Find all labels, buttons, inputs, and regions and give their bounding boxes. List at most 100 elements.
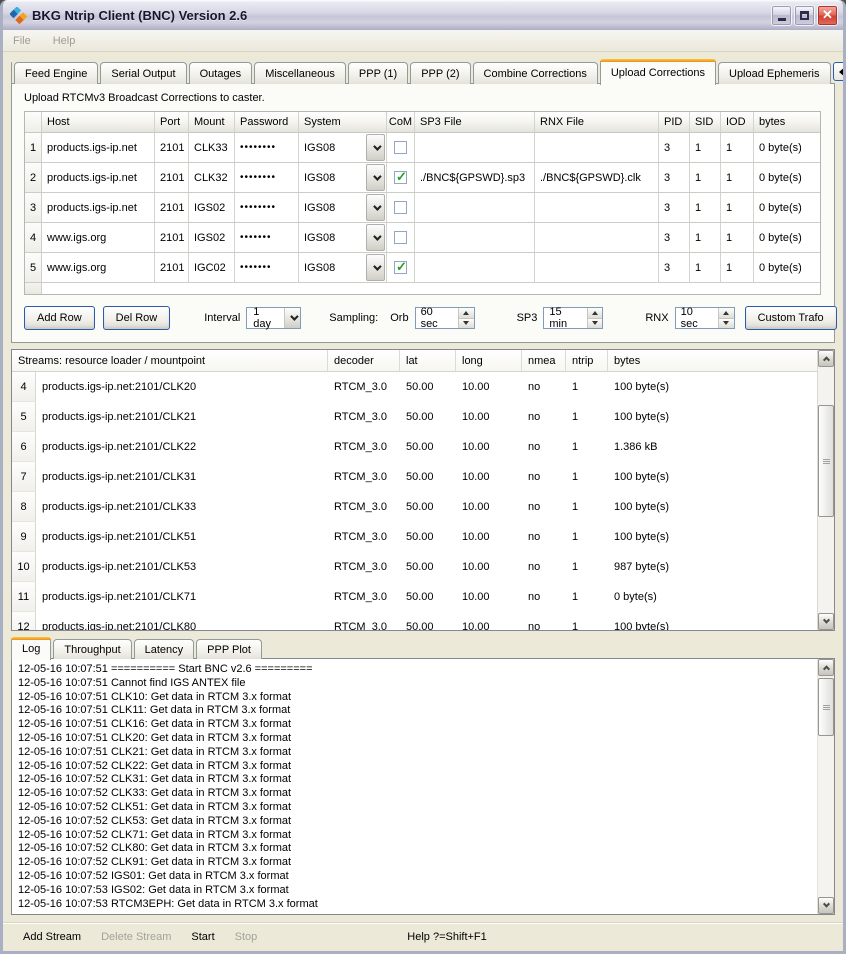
password-cell[interactable]: ••••••• <box>235 253 299 282</box>
spin-down-icon[interactable] <box>588 319 603 329</box>
port-cell[interactable]: 2101 <box>155 223 189 252</box>
sp3-sampling-spinner[interactable]: 15 min <box>543 307 603 329</box>
mount-cell[interactable]: CLK32 <box>189 163 235 192</box>
scrollbar-track[interactable] <box>818 367 834 613</box>
stream-row[interactable]: 4 products.igs-ip.net:2101/CLK20 RTCM_3.… <box>12 372 817 402</box>
pid-cell[interactable]: 3 <box>659 223 690 252</box>
port-cell[interactable]: 2101 <box>155 193 189 222</box>
streams-scrollbar[interactable] <box>817 350 834 630</box>
pid-cell[interactable]: 3 <box>659 253 690 282</box>
mount-cell[interactable]: IGS02 <box>189 223 235 252</box>
chevron-down-icon[interactable] <box>366 224 385 251</box>
log-output[interactable]: 12-05-16 10:07:51 ========== Start BNC v… <box>12 659 817 914</box>
mount-cell[interactable]: IGC02 <box>189 253 235 282</box>
scrollbar-track[interactable] <box>818 676 834 897</box>
com-checkbox[interactable] <box>394 171 407 184</box>
chevron-down-icon[interactable] <box>366 134 385 161</box>
host-cell[interactable]: products.igs-ip.net <box>42 193 155 222</box>
system-select-cell[interactable]: IGS08 <box>299 223 387 252</box>
scroll-up-icon[interactable] <box>818 659 834 676</box>
stream-row[interactable]: 12 products.igs-ip.net:2101/CLK80 RTCM_3… <box>12 612 817 630</box>
row-header[interactable]: 10 <box>12 552 36 582</box>
rnx-file-cell[interactable]: ./BNC${GPSWD}.clk <box>535 163 659 192</box>
scrollbar-thumb[interactable] <box>818 405 834 517</box>
host-cell[interactable]: www.igs.org <box>42 223 155 252</box>
spin-up-icon[interactable] <box>719 308 734 319</box>
tab-upload-corrections[interactable]: Upload Corrections <box>600 59 716 85</box>
tab-throughput[interactable]: Throughput <box>53 639 131 659</box>
chevron-down-icon[interactable] <box>366 164 385 191</box>
row-header[interactable]: 4 <box>12 372 36 402</box>
row-header[interactable]: 11 <box>12 582 36 612</box>
maximize-button[interactable] <box>794 5 815 26</box>
sp3-file-cell[interactable] <box>415 253 535 282</box>
chevron-down-icon[interactable] <box>284 308 300 328</box>
mount-cell[interactable]: CLK33 <box>189 133 235 162</box>
statusbar-start[interactable]: Start <box>191 931 214 943</box>
com-checkbox[interactable] <box>394 261 407 274</box>
tab-ppp-1[interactable]: PPP (1) <box>348 62 408 84</box>
scroll-down-icon[interactable] <box>818 613 834 630</box>
tab-scroll-left-button[interactable] <box>833 62 844 81</box>
spin-down-icon[interactable] <box>719 319 734 329</box>
row-header[interactable]: 12 <box>12 612 36 630</box>
stream-row[interactable]: 11 products.igs-ip.net:2101/CLK71 RTCM_3… <box>12 582 817 612</box>
row-header[interactable]: 3 <box>25 193 42 222</box>
chevron-down-icon[interactable] <box>366 194 385 221</box>
tab-ppp-plot[interactable]: PPP Plot <box>196 639 262 659</box>
row-header[interactable]: 6 <box>12 432 36 462</box>
add-row-button[interactable]: Add Row <box>24 306 95 330</box>
statusbar-delete-stream[interactable]: Delete Stream <box>101 931 171 943</box>
sid-cell[interactable]: 1 <box>690 253 721 282</box>
iod-cell[interactable]: 1 <box>721 253 754 282</box>
system-select-cell[interactable]: IGS08 <box>299 163 387 192</box>
menu-file[interactable]: File <box>13 35 31 47</box>
chevron-down-icon[interactable] <box>366 254 385 281</box>
pid-cell[interactable]: 3 <box>659 133 690 162</box>
stream-row[interactable]: 7 products.igs-ip.net:2101/CLK31 RTCM_3.… <box>12 462 817 492</box>
rnx-file-cell[interactable] <box>535 253 659 282</box>
password-cell[interactable]: ••••••• <box>235 223 299 252</box>
host-cell[interactable]: products.igs-ip.net <box>42 163 155 192</box>
stream-row[interactable]: 6 products.igs-ip.net:2101/CLK22 RTCM_3.… <box>12 432 817 462</box>
tab-latency[interactable]: Latency <box>134 639 195 659</box>
row-header[interactable]: 2 <box>25 163 42 192</box>
stream-row[interactable]: 5 products.igs-ip.net:2101/CLK21 RTCM_3.… <box>12 402 817 432</box>
row-header[interactable]: 5 <box>25 253 42 282</box>
scrollbar-thumb[interactable] <box>818 678 834 736</box>
scroll-down-icon[interactable] <box>818 897 834 914</box>
row-header[interactable]: 5 <box>12 402 36 432</box>
port-cell[interactable]: 2101 <box>155 253 189 282</box>
custom-trafo-button[interactable]: Custom Trafo <box>745 306 837 330</box>
tab-ppp-2[interactable]: PPP (2) <box>410 62 470 84</box>
system-select-cell[interactable]: IGS08 <box>299 253 387 282</box>
close-button[interactable]: ✕ <box>817 5 838 26</box>
sid-cell[interactable]: 1 <box>690 163 721 192</box>
com-checkbox[interactable] <box>394 231 407 244</box>
tab-log[interactable]: Log <box>11 637 51 660</box>
com-checkbox[interactable] <box>394 201 407 214</box>
sid-cell[interactable]: 1 <box>690 133 721 162</box>
sid-cell[interactable]: 1 <box>690 223 721 252</box>
mount-cell[interactable]: IGS02 <box>189 193 235 222</box>
menu-help[interactable]: Help <box>53 35 76 47</box>
sp3-file-cell[interactable]: ./BNC${GPSWD}.sp3 <box>415 163 535 192</box>
system-select-cell[interactable]: IGS08 <box>299 193 387 222</box>
password-cell[interactable]: •••••••• <box>235 133 299 162</box>
tab-feed-engine[interactable]: Feed Engine <box>14 62 98 84</box>
port-cell[interactable]: 2101 <box>155 163 189 192</box>
orb-sampling-spinner[interactable]: 60 sec <box>415 307 475 329</box>
rnx-file-cell[interactable] <box>535 193 659 222</box>
stream-row[interactable]: 9 products.igs-ip.net:2101/CLK51 RTCM_3.… <box>12 522 817 552</box>
spin-down-icon[interactable] <box>459 319 474 329</box>
password-cell[interactable]: •••••••• <box>235 163 299 192</box>
iod-cell[interactable]: 1 <box>721 193 754 222</box>
tab-outages[interactable]: Outages <box>189 62 253 84</box>
row-header[interactable]: 9 <box>12 522 36 552</box>
row-header[interactable]: 1 <box>25 133 42 162</box>
rnx-file-cell[interactable] <box>535 133 659 162</box>
tab-serial-output[interactable]: Serial Output <box>100 62 186 84</box>
sp3-file-cell[interactable] <box>415 223 535 252</box>
host-cell[interactable]: www.igs.org <box>42 253 155 282</box>
stream-row[interactable]: 8 products.igs-ip.net:2101/CLK33 RTCM_3.… <box>12 492 817 522</box>
